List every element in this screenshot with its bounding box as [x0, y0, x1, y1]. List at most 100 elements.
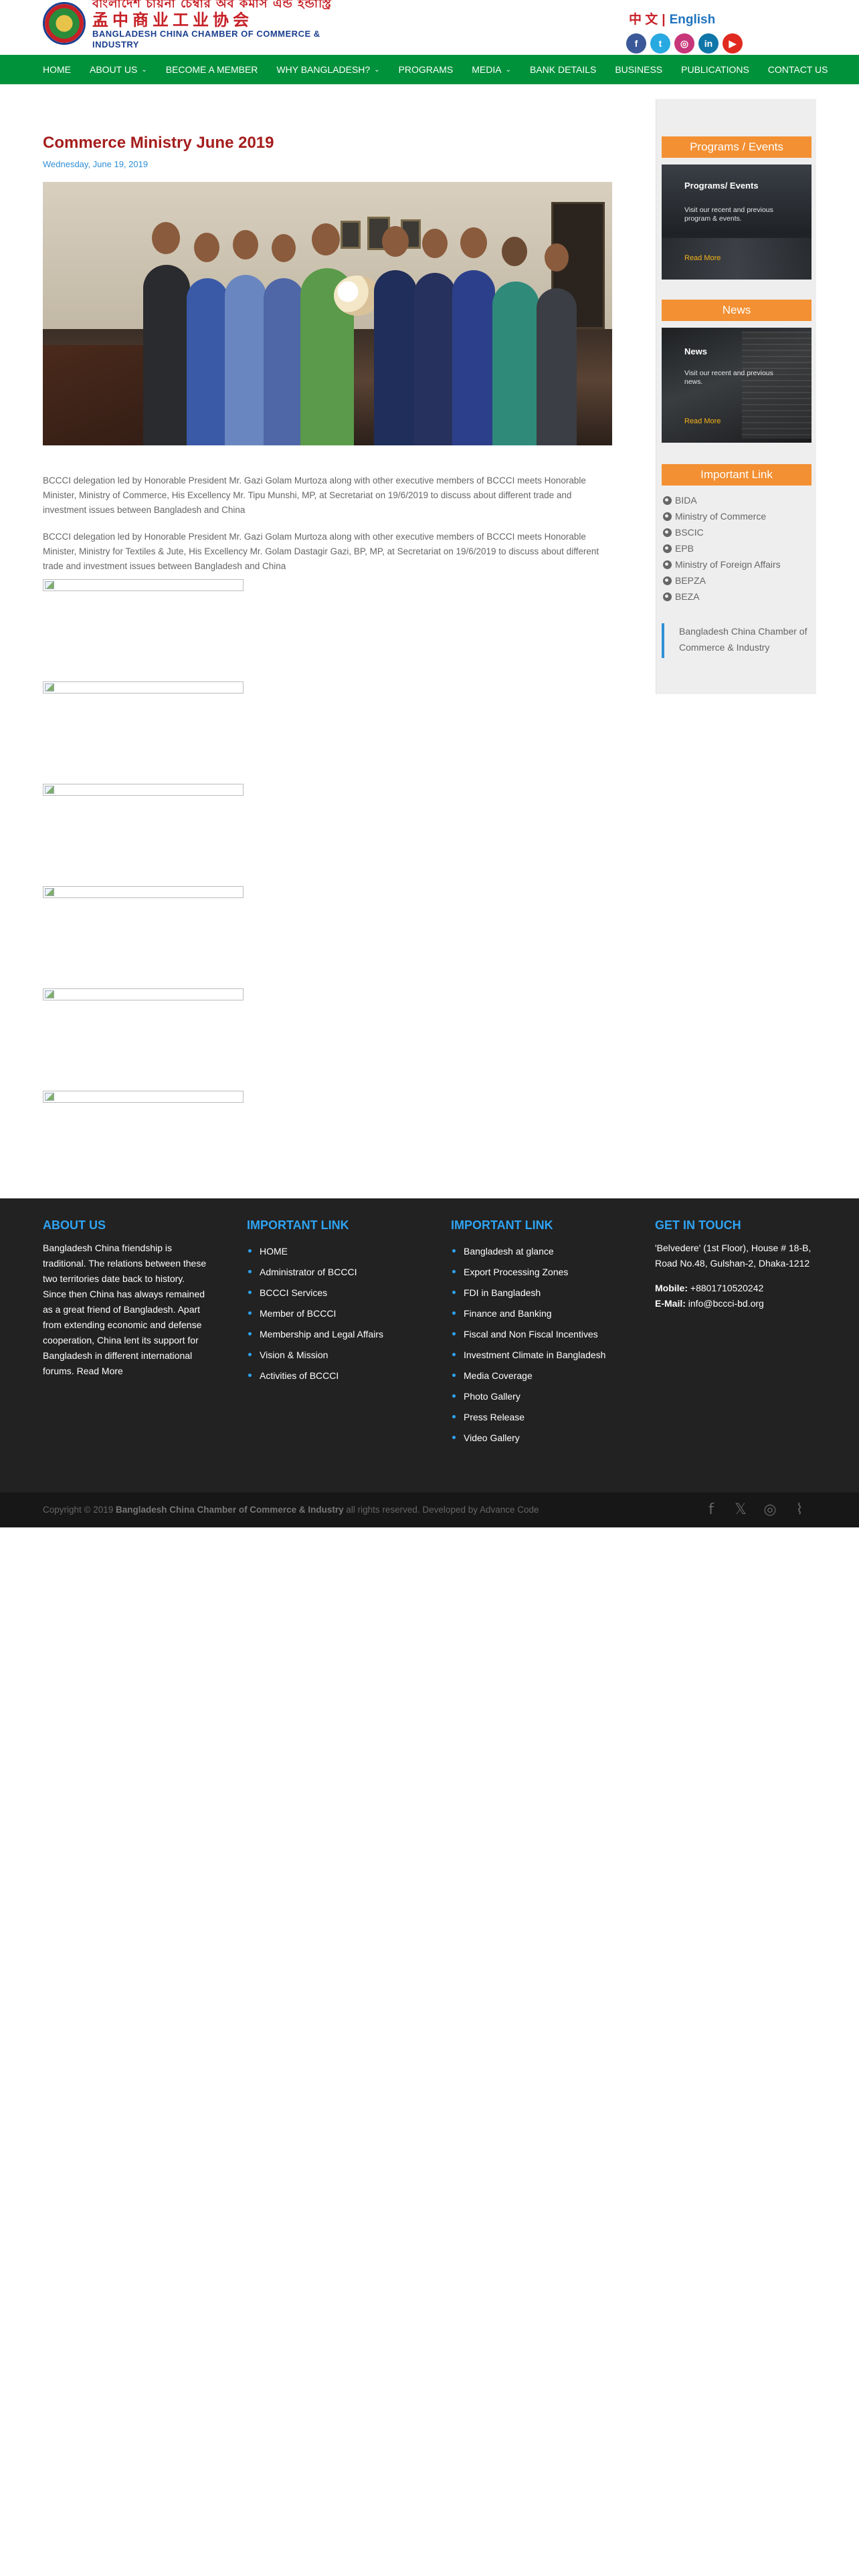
broken-image-placeholder: [43, 681, 244, 693]
programs-events-card[interactable]: Programs/ Events Visit our recent and pr…: [662, 165, 812, 280]
nav-item-media[interactable]: MEDIA ⌄: [472, 64, 511, 75]
footer-link-item[interactable]: Press Release: [451, 1406, 618, 1427]
post-title: Commerce Ministry June 2019: [43, 134, 274, 152]
instagram-icon[interactable]: ◎: [674, 33, 694, 53]
nav-item-why-bangladesh[interactable]: WHY BANGLADESH? ⌄: [276, 64, 379, 75]
footer-link-item[interactable]: Member of BCCCI: [247, 1303, 414, 1323]
logo-english-text: BANGLADESH CHINA CHAMBER OF COMMERCE & I…: [92, 29, 320, 49]
nav-item-become-a-member[interactable]: BECOME A MEMBER: [166, 64, 258, 75]
logo-chinese-text: 孟中商业工业协会: [92, 10, 253, 29]
nav-item-contact-us[interactable]: CONTACT US: [768, 64, 828, 75]
footer-mobile-label: Mobile:: [655, 1283, 688, 1293]
footer-link-item[interactable]: Fiscal and Non Fiscal Incentives: [451, 1323, 618, 1344]
photo-person: [537, 288, 577, 445]
linkedin-icon[interactable]: in: [698, 33, 719, 53]
footer-email-value[interactable]: info@bccci-bd.org: [688, 1298, 764, 1309]
twitter-icon[interactable]: t: [650, 33, 670, 53]
programs-card-title: Programs/ Events: [684, 181, 759, 191]
photo-person-head: [545, 243, 569, 272]
footer-link-item[interactable]: Video Gallery: [451, 1427, 618, 1448]
photo-person: [452, 270, 495, 445]
chevron-down-icon: ⌄: [141, 66, 147, 74]
language-switcher: 中 文 | English: [629, 9, 715, 27]
footer-link-item[interactable]: HOME: [247, 1241, 414, 1261]
footer-link-item[interactable]: BCCCI Services: [247, 1282, 414, 1303]
footer-links-heading: IMPORTANT LINK: [451, 1218, 553, 1232]
footer-link-item[interactable]: Investment Climate in Bangladesh: [451, 1344, 618, 1365]
news-read-more-link[interactable]: Read More: [684, 417, 721, 425]
footer-links-column-1: IMPORTANT LINK HOME Administrator of BCCC…: [247, 1218, 414, 1386]
footer-link-item[interactable]: Administrator of BCCCI: [247, 1261, 414, 1282]
important-link-item[interactable]: BSCIC: [663, 524, 781, 540]
post-paragraph: BCCCI delegation led by Honorable Presid…: [43, 475, 586, 515]
facebook-icon[interactable]: f: [626, 33, 646, 53]
footer-link-item[interactable]: Bangladesh at glance: [451, 1241, 618, 1261]
broken-image-placeholder: [43, 886, 244, 898]
instagram-icon[interactable]: ◎: [761, 1501, 779, 1518]
nav-item-label: PUBLICATIONS: [681, 64, 749, 75]
nav-item-publications[interactable]: PUBLICATIONS: [681, 64, 749, 75]
nav-item-label: HOME: [43, 64, 71, 75]
important-link-item[interactable]: BIDA: [663, 492, 781, 508]
footer-link-item[interactable]: Export Processing Zones: [451, 1261, 618, 1282]
language-english-link[interactable]: English: [670, 13, 716, 27]
globe-icon: [663, 560, 672, 569]
copyright-suffix: all rights reserved. Developed by Advanc…: [346, 1505, 539, 1515]
photo-person-head: [460, 227, 487, 258]
photo-person: [143, 265, 190, 445]
broken-image-icon: [45, 990, 54, 998]
footer-link-item[interactable]: Photo Gallery: [451, 1386, 618, 1406]
footer-link-item[interactable]: FDI in Bangladesh: [451, 1282, 618, 1303]
nav-item-label: BUSINESS: [615, 64, 663, 75]
globe-icon: [663, 496, 672, 505]
copyright-text: Copyright © 2019 Bangladesh China Chambe…: [43, 1505, 539, 1515]
important-link-item[interactable]: BEPZA: [663, 572, 781, 588]
photo-person: [187, 278, 228, 445]
rss-icon[interactable]: ⌇: [791, 1501, 808, 1518]
site-logo[interactable]: বাংলাদেশ চায়না চেম্বার অব কমার্স এন্ড ই…: [43, 0, 337, 49]
x-twitter-icon[interactable]: 𝕏: [732, 1501, 749, 1518]
chevron-down-icon: ⌄: [505, 66, 511, 74]
footer-link-item[interactable]: Media Coverage: [451, 1365, 618, 1386]
important-link-item[interactable]: Ministry of Foreign Affairs: [663, 556, 781, 572]
important-link-item[interactable]: BEZA: [663, 588, 781, 605]
footer-link-item[interactable]: Vision & Mission: [247, 1344, 414, 1365]
site-footer: ABOUT US Bangladesh China friendship is …: [0, 1198, 859, 1493]
important-link-item[interactable]: EPB: [663, 540, 781, 556]
post-paragraph: BCCCI delegation led by Honorable Presid…: [43, 532, 599, 571]
photo-wall-portrait: [341, 221, 361, 249]
footer-mobile-value[interactable]: +8801710520242: [690, 1283, 763, 1293]
photo-person: [374, 270, 417, 445]
footer-link-item[interactable]: Finance and Banking: [451, 1303, 618, 1323]
important-link-label: BSCIC: [675, 527, 704, 538]
nav-menu: HOME ABOUT US ⌄ BECOME A MEMBER WHY BANGLADE…: [43, 55, 847, 84]
footer-bottom-bar: Copyright © 2019 Bangladesh China Chambe…: [0, 1493, 859, 1527]
copyright-prefix: Copyright © 2019: [43, 1505, 114, 1515]
nav-item-bank-details[interactable]: BANK DETAILS: [530, 64, 596, 75]
important-link-item[interactable]: Ministry of Commerce: [663, 508, 781, 524]
nav-item-home[interactable]: HOME: [43, 64, 71, 75]
footer-link-item[interactable]: Membership and Legal Affairs: [247, 1323, 414, 1344]
photo-person-head: [194, 233, 219, 262]
important-link-label: BEPZA: [675, 575, 706, 586]
photo-person: [414, 273, 456, 445]
footer-contact-heading: GET IN TOUCH: [655, 1218, 741, 1232]
post-date: Wednesday, June 19, 2019: [43, 159, 149, 169]
photo-person-head: [382, 226, 409, 257]
nav-item-about-us[interactable]: ABOUT US ⌄: [90, 64, 147, 75]
footer-link-item[interactable]: Activities of BCCCI: [247, 1365, 414, 1386]
broken-image-placeholder: [43, 579, 244, 591]
news-card[interactable]: News Visit our recent and previous news.…: [662, 328, 812, 443]
language-chinese-link[interactable]: 中 文: [629, 13, 658, 27]
globe-icon: [663, 592, 672, 601]
programs-events-heading: Programs / Events: [662, 136, 812, 158]
post-featured-photo: [43, 182, 612, 445]
footer-contact-column: GET IN TOUCH 'Belvedere' (1st Floor), Ho…: [655, 1218, 822, 1311]
nav-item-programs[interactable]: PROGRAMS: [399, 64, 454, 75]
programs-read-more-link[interactable]: Read More: [684, 254, 721, 262]
facebook-icon[interactable]: f: [702, 1501, 720, 1518]
nav-item-label: CONTACT US: [767, 64, 828, 75]
youtube-icon[interactable]: ▶: [723, 33, 743, 53]
nav-item-business[interactable]: BUSINESS: [615, 64, 662, 75]
footer-read-more-link[interactable]: Read More: [77, 1366, 123, 1376]
